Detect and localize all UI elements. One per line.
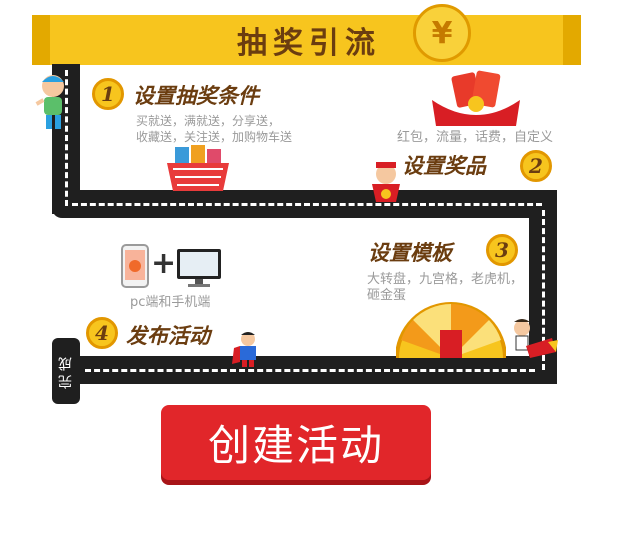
road-lane-top <box>72 203 542 206</box>
fortune-god-icon <box>372 162 400 202</box>
step-2-badge: 2 <box>520 150 552 182</box>
red-envelope-icon <box>432 70 520 126</box>
kid-character-icon <box>35 75 64 129</box>
phone-icon <box>121 244 149 288</box>
banner-title: 抽奖引流 <box>237 26 381 61</box>
step-4-badge: 4 <box>86 317 118 349</box>
prize-wheel-icon <box>396 302 506 358</box>
step-1-title: 设置抽奖条件 <box>133 83 259 108</box>
create-activity-button[interactable]: 创建活动 <box>161 405 431 480</box>
superman-icon <box>232 332 256 367</box>
step-1-desc: 买就送，满就送，分享送， 收藏送，关注送，加购物车送 <box>136 114 293 144</box>
monitor-icon <box>177 249 221 287</box>
step-3-badge: 3 <box>486 234 518 266</box>
step-2-title: 设置奖品 <box>402 153 486 178</box>
coin-icon: ¥ <box>413 4 471 62</box>
step-3-title: 设置模板 <box>368 240 452 265</box>
rocket-man-icon <box>514 319 558 358</box>
step-2-desc: 红包，流量，话费，自定义 <box>397 130 554 145</box>
finish-marker: 完成 <box>52 338 80 404</box>
plus-sign: + <box>151 246 177 281</box>
gift-basket-icon <box>167 145 229 191</box>
step-4-title: 发布活动 <box>126 323 210 348</box>
step-4-desc: pc端和手机端 <box>130 295 211 310</box>
step-1-badge: 1 <box>92 78 124 110</box>
road-lane-bottom <box>85 369 535 372</box>
